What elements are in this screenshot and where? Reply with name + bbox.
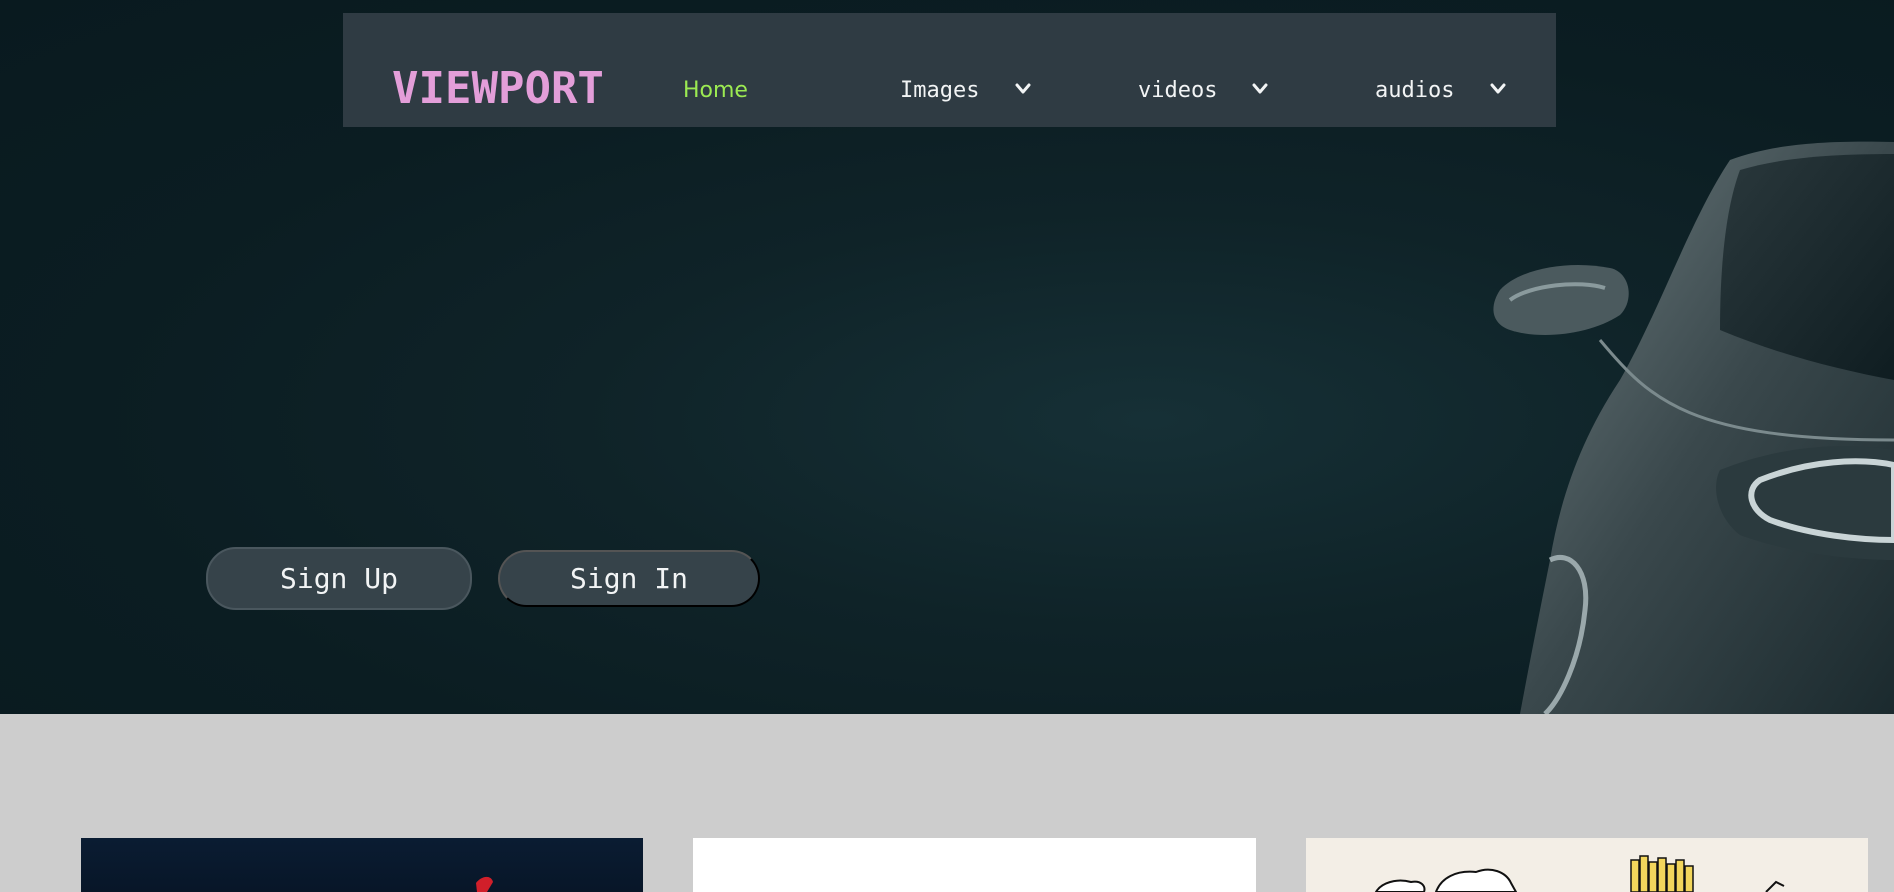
top-navbar: VIEWPORT Home Images videos audios xyxy=(343,13,1556,127)
gallery-card-2[interactable] xyxy=(693,838,1256,892)
chevron-down-icon[interactable] xyxy=(1252,83,1268,95)
sign-up-button[interactable]: Sign Up xyxy=(206,547,472,610)
nav-audios[interactable]: audios xyxy=(1375,80,1454,102)
chevron-down-icon[interactable] xyxy=(1490,83,1506,95)
gallery-card-1[interactable] xyxy=(81,838,643,892)
nav-videos[interactable]: videos xyxy=(1138,80,1217,102)
gallery-card-3[interactable] xyxy=(1306,838,1868,892)
hero-section: VIEWPORT Home Images videos audios Sign … xyxy=(0,0,1894,714)
nav-home[interactable]: Home xyxy=(683,80,748,102)
site-logo[interactable]: VIEWPORT xyxy=(392,67,604,111)
fries-illustration xyxy=(1374,855,1785,892)
nav-images[interactable]: Images xyxy=(900,80,979,102)
car-image xyxy=(1493,141,1894,714)
chevron-down-icon[interactable] xyxy=(1015,83,1031,95)
sign-in-button[interactable]: Sign In xyxy=(498,550,760,607)
red-accent-shape xyxy=(476,876,493,892)
